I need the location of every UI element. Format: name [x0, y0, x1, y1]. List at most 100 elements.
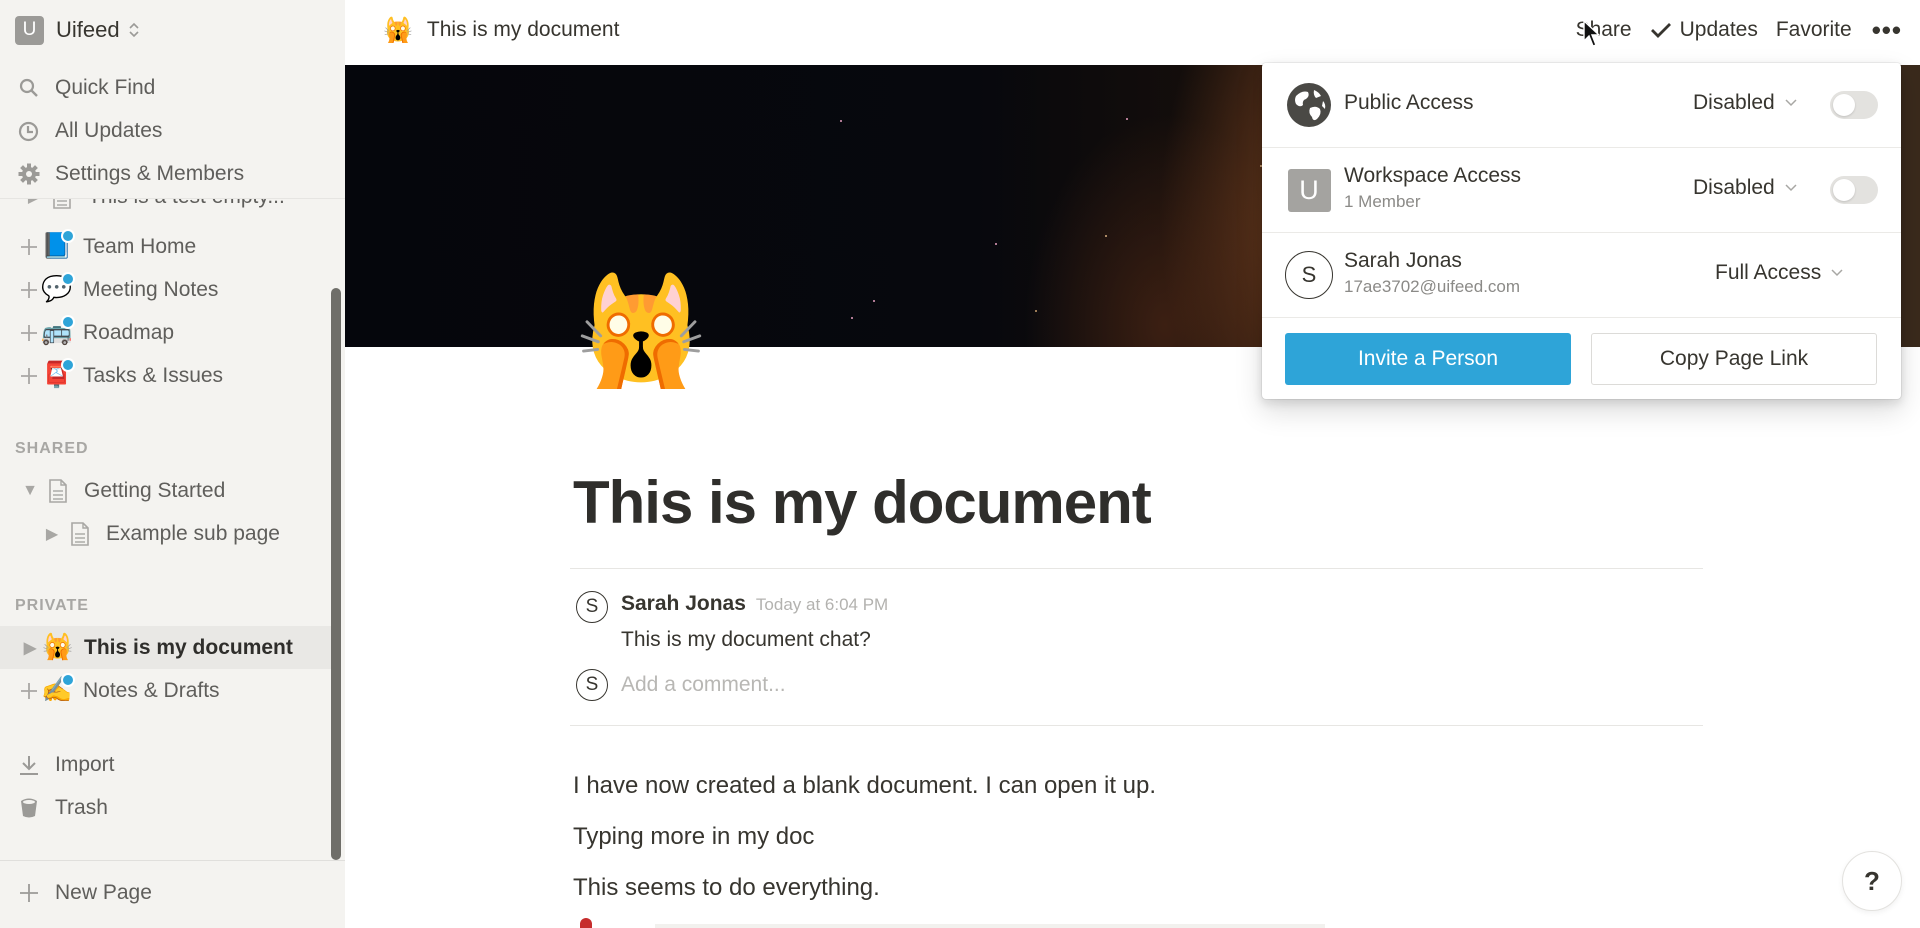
chevron-down-icon	[1785, 184, 1797, 192]
page-emoji: 🙀	[42, 633, 74, 661]
more-options-icon[interactable]: •••	[1872, 15, 1902, 46]
sidebar-quick-find[interactable]: Quick Find	[16, 70, 155, 106]
sidebar-page-test-empty[interactable]: ▶ This is a test empty...	[0, 199, 335, 218]
text-block[interactable]: This seems to do everything.	[573, 874, 880, 902]
collapse-arrow-icon[interactable]: ▼	[18, 479, 42, 503]
page-icon	[64, 518, 96, 550]
chevron-down-icon	[1785, 99, 1797, 107]
sidebar-settings-members[interactable]: Settings & Members	[16, 156, 244, 192]
sidebar-footer: New Page	[0, 860, 345, 928]
comment-author: Sarah Jonas	[621, 592, 746, 615]
partial-block-icon	[580, 918, 592, 928]
sidebar-page-team-home[interactable]: 📘 Team Home	[0, 225, 335, 268]
cover-star	[873, 300, 875, 302]
page-icon	[42, 475, 74, 507]
sidebar-page-list: ▶ This is a test empty... 📘 Team Home 💬 …	[0, 198, 345, 858]
updates-label: Updates	[1679, 18, 1758, 41]
section-label-shared: SHARED	[15, 440, 89, 457]
sidebar-import[interactable]: Import	[16, 747, 115, 783]
sidebar-page-example-sub-page[interactable]: ▶ Example sub page	[0, 512, 335, 555]
section-label-private: PRIVATE	[15, 597, 89, 614]
member-permission-dropdown[interactable]: Full Access	[1715, 261, 1843, 285]
workspace-access-toggle[interactable]	[1830, 176, 1878, 204]
unread-dot	[61, 314, 75, 329]
cover-star	[1035, 310, 1037, 312]
workspace-access-row: U Workspace Access 1 Member Disabled	[1262, 148, 1901, 233]
sidebar-page-meeting-notes[interactable]: 💬 Meeting Notes	[0, 268, 335, 311]
sidebar-page-this-is-my-document[interactable]: ▶ 🙀 This is my document	[0, 626, 335, 669]
sidebar-scrollbar[interactable]	[331, 288, 341, 860]
sidebar-item-label: Meeting Notes	[83, 277, 219, 301]
comment-text: This is my document chat?	[621, 628, 871, 651]
public-access-toggle[interactable]	[1830, 91, 1878, 119]
workspace-access-value: Disabled	[1693, 176, 1775, 199]
breadcrumb-page-title: This is my document	[426, 18, 620, 41]
writing-hand-icon: ✍️	[41, 672, 75, 707]
unread-dot	[61, 357, 75, 372]
workspace-access-dropdown[interactable]: Disabled	[1693, 176, 1797, 200]
cat-scream-icon: 🙀	[42, 632, 74, 664]
expand-arrow-icon[interactable]: ▶	[22, 199, 46, 209]
topbar: 🙀 This is my document Share Updates Favo…	[345, 0, 1920, 64]
cover-star	[995, 243, 997, 245]
add-page-icon[interactable]	[17, 679, 41, 703]
new-page-button[interactable]: New Page	[16, 875, 152, 911]
download-icon	[16, 753, 41, 778]
add-page-icon[interactable]	[17, 321, 41, 345]
sidebar: U Uifeed Quick Find All Updates Settings…	[0, 0, 345, 928]
add-page-icon[interactable]	[17, 364, 41, 388]
text-block[interactable]: I have now created a blank document. I c…	[573, 772, 1156, 800]
workspace-member-count: 1 Member	[1344, 192, 1421, 211]
add-page-icon[interactable]	[17, 235, 41, 259]
invite-person-button[interactable]: Invite a Person	[1285, 333, 1571, 385]
clock-icon	[16, 119, 41, 144]
chevron-down-icon	[1831, 269, 1843, 277]
toggle-knob	[1833, 94, 1855, 116]
sidebar-item-label: Settings & Members	[55, 162, 245, 185]
expand-arrow-icon[interactable]: ▶	[18, 636, 42, 660]
mouse-cursor-icon	[1583, 20, 1601, 47]
favorite-button[interactable]: Favorite	[1776, 18, 1852, 42]
divider	[570, 568, 1703, 569]
copy-page-link-button[interactable]: Copy Page Link	[1591, 333, 1877, 385]
sidebar-trash[interactable]: Trash	[16, 790, 108, 826]
public-access-label: Public Access	[1344, 91, 1474, 114]
new-page-label: New Page	[55, 881, 152, 904]
sidebar-item-label: This is a test empty...	[88, 199, 285, 209]
sidebar-item-label: This is my document	[84, 635, 293, 659]
sidebar-all-updates[interactable]: All Updates	[16, 113, 162, 149]
public-access-value: Disabled	[1693, 91, 1775, 114]
page-title[interactable]: This is my document	[573, 468, 1152, 537]
sidebar-page-getting-started[interactable]: ▼ Getting Started	[0, 469, 335, 512]
sidebar-page-tasks-issues[interactable]: 📮 Tasks & Issues	[0, 354, 335, 397]
sidebar-page-roadmap[interactable]: 🚌 Roadmap	[0, 311, 335, 354]
workspace-name: Uifeed	[56, 17, 120, 42]
workspace-initial: U	[1287, 168, 1331, 212]
unread-dot	[61, 228, 75, 243]
workspace-avatar: U	[15, 15, 44, 45]
member-initial: S	[1285, 251, 1333, 299]
member-email: 17ae3702@uifeed.com	[1344, 277, 1521, 296]
member-name: Sarah Jonas	[1344, 249, 1462, 272]
sidebar-page-notes-drafts[interactable]: ✍️ Notes & Drafts	[0, 669, 335, 712]
sidebar-item-label: Quick Find	[55, 76, 156, 99]
sidebar-item-label: Roadmap	[83, 320, 175, 344]
add-comment-input[interactable]	[621, 673, 1521, 697]
sidebar-item-label: Trash	[55, 796, 108, 819]
updates-button[interactable]: Updates	[1650, 18, 1758, 42]
member-avatar: S	[1285, 251, 1333, 299]
bus-icon: 🚌	[41, 314, 75, 349]
add-page-icon[interactable]	[17, 278, 41, 302]
partial-block	[655, 924, 1325, 928]
divider	[570, 725, 1703, 726]
globe-icon	[1285, 81, 1333, 129]
sidebar-item-label: Tasks & Issues	[83, 363, 224, 387]
public-access-dropdown[interactable]: Disabled	[1693, 91, 1797, 115]
expand-arrow-icon[interactable]: ▶	[40, 522, 64, 546]
help-button[interactable]: ?	[1842, 851, 1902, 911]
page-emoji-icon[interactable]: 🙀	[575, 278, 707, 384]
text-block[interactable]: Typing more in my doc	[573, 823, 814, 851]
cover-star	[1105, 235, 1107, 237]
breadcrumb[interactable]: 🙀 This is my document	[383, 14, 619, 46]
workspace-switcher[interactable]: U Uifeed	[15, 14, 140, 46]
